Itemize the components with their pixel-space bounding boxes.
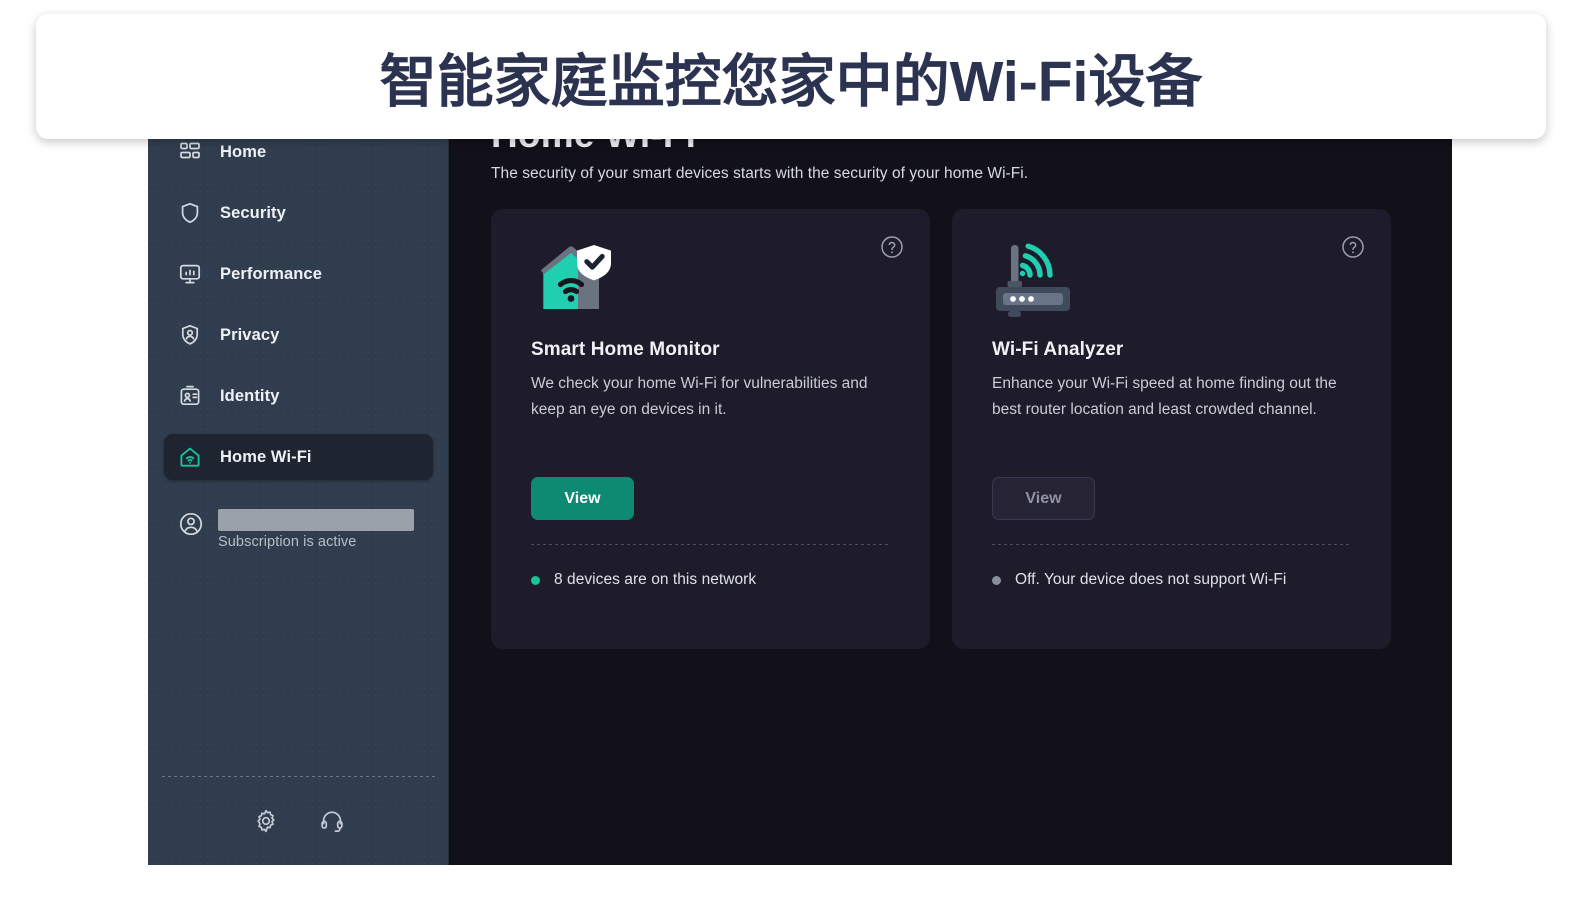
banner-headline: 智能家庭监控您家中的Wi-Fi设备 bbox=[379, 49, 1203, 114]
card-description: We check your home Wi-Fi for vulnerabili… bbox=[531, 375, 868, 418]
card-divider bbox=[992, 544, 1351, 545]
sidebar-item-home-wifi[interactable]: Home Wi-Fi bbox=[164, 434, 433, 480]
user-circle-icon bbox=[178, 511, 204, 537]
headset-icon[interactable] bbox=[319, 808, 345, 834]
status-dot bbox=[992, 575, 1001, 585]
home-grid-icon bbox=[178, 140, 202, 164]
account-name-redacted bbox=[218, 509, 414, 531]
sidebar-item-label: Identity bbox=[220, 386, 280, 405]
sidebar-footer bbox=[148, 777, 449, 865]
view-button-wifi-analyzer[interactable]: View bbox=[992, 477, 1095, 520]
sidebar: Home Security Performance Privacy Identi… bbox=[148, 125, 449, 865]
router-wifi-icon bbox=[992, 237, 1351, 333]
sidebar-item-label: Performance bbox=[220, 264, 322, 283]
card-description: Enhance your Wi-Fi speed at home finding… bbox=[992, 375, 1337, 418]
status-text: 8 devices are on this network bbox=[554, 571, 757, 588]
card-smart-home-monitor: Smart Home Monitor We check your home Wi… bbox=[491, 209, 930, 649]
card-wifi-analyzer: Wi-Fi Analyzer Enhance your Wi-Fi speed … bbox=[952, 209, 1391, 649]
screenshot-root: Home Security Performance Privacy Identi… bbox=[0, 0, 1596, 897]
card-action-wrap: View bbox=[992, 477, 1095, 520]
subscription-status: Subscription is active bbox=[218, 534, 357, 550]
card-divider bbox=[531, 544, 890, 545]
status-dot bbox=[531, 575, 540, 585]
feature-card-grid: Smart Home Monitor We check your home Wi… bbox=[491, 209, 1410, 649]
sidebar-item-label: Security bbox=[220, 203, 286, 222]
monitor-icon bbox=[178, 262, 202, 286]
card-title: Smart Home Monitor bbox=[531, 339, 720, 360]
main-content: Home Wi-Fi The security of your smart de… bbox=[449, 125, 1452, 865]
card-title: Wi-Fi Analyzer bbox=[992, 339, 1124, 360]
sidebar-item-performance[interactable]: Performance bbox=[164, 251, 433, 297]
sidebar-nav: Home Security Performance Privacy Identi… bbox=[148, 129, 449, 495]
card-action-wrap: View bbox=[531, 477, 634, 520]
sidebar-item-identity[interactable]: Identity bbox=[164, 373, 433, 419]
sidebar-item-label: Home bbox=[220, 142, 267, 161]
house-shield-wifi-icon bbox=[531, 237, 890, 333]
help-circle-icon[interactable] bbox=[1341, 235, 1365, 259]
page-subtitle: The security of your smart devices start… bbox=[491, 165, 1029, 182]
card-status: 8 devices are on this network bbox=[531, 571, 756, 589]
card-status: Off. Your device does not support Wi-Fi bbox=[992, 571, 1286, 589]
status-text: Off. Your device does not support Wi-Fi bbox=[1015, 571, 1287, 588]
shield-icon bbox=[178, 201, 202, 225]
help-circle-icon[interactable] bbox=[880, 235, 904, 259]
home-wifi-icon bbox=[178, 445, 202, 469]
gear-icon[interactable] bbox=[253, 808, 279, 834]
sidebar-item-privacy[interactable]: Privacy bbox=[164, 312, 433, 358]
sidebar-item-label: Home Wi-Fi bbox=[220, 447, 312, 466]
overlay-banner: 智能家庭监控您家中的Wi-Fi设备 bbox=[36, 14, 1546, 139]
application-window: Home Security Performance Privacy Identi… bbox=[148, 125, 1452, 865]
view-button-smart-home-monitor[interactable]: View bbox=[531, 477, 634, 520]
sidebar-item-label: Privacy bbox=[220, 325, 280, 344]
privacy-shield-icon bbox=[178, 323, 202, 347]
sidebar-item-security[interactable]: Security bbox=[164, 190, 433, 236]
account-section[interactable]: Subscription is active bbox=[148, 507, 449, 550]
id-card-icon bbox=[178, 384, 202, 408]
